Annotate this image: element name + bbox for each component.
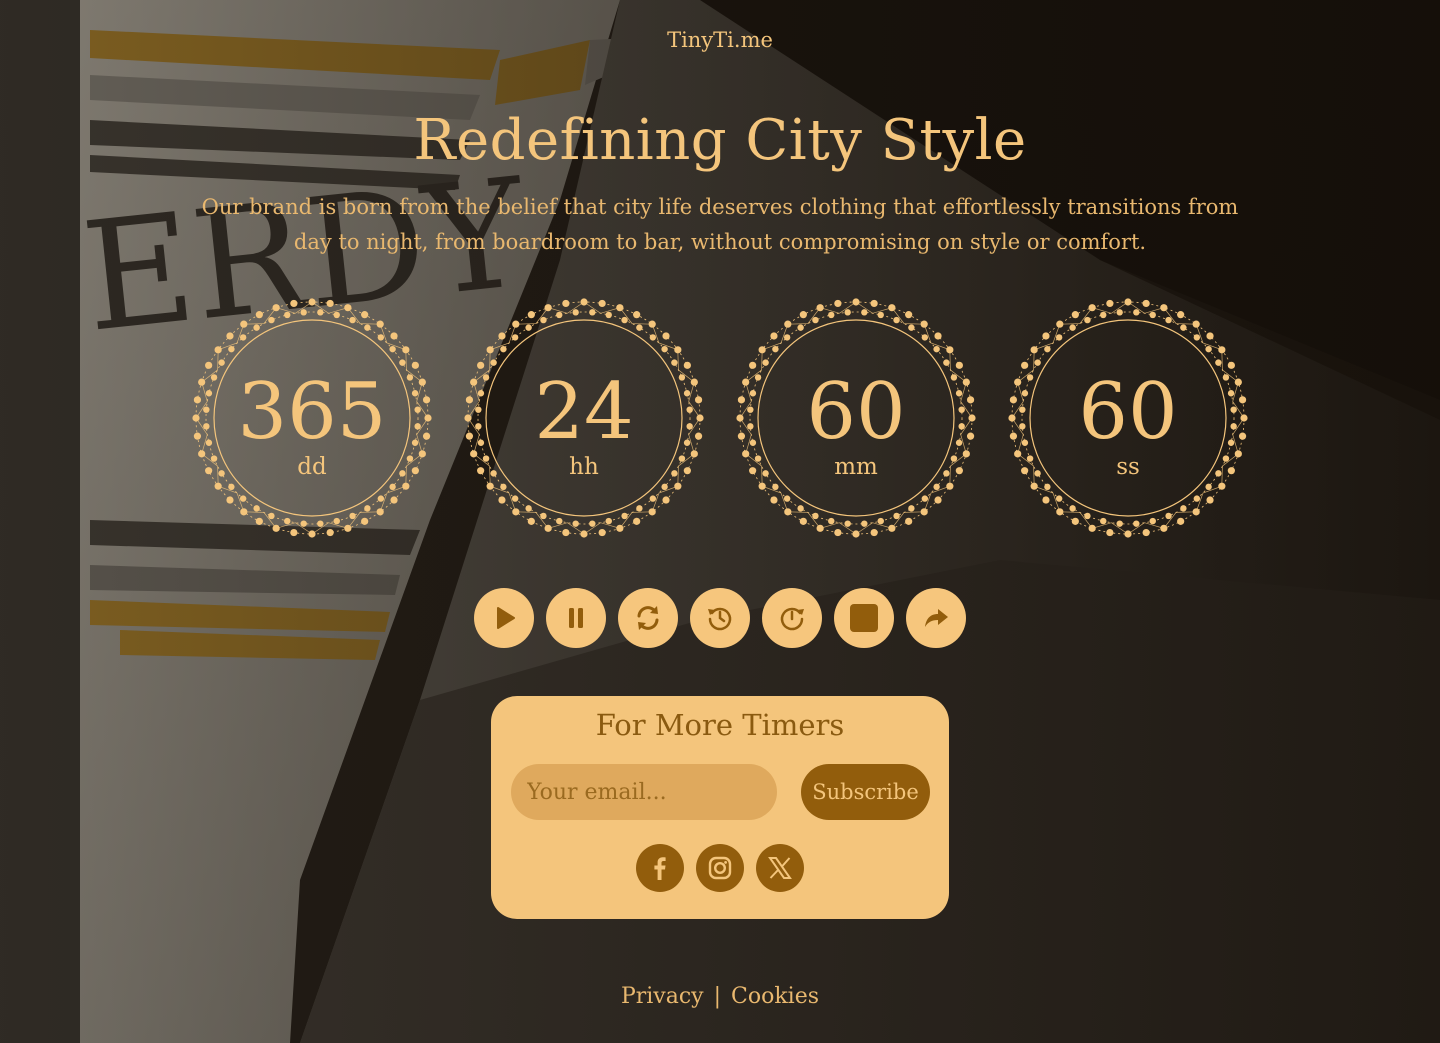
page-subtitle: Our brand is born from the belief that c…: [201, 195, 1239, 254]
footer: Privacy | Cookies: [0, 984, 1440, 1009]
reset-button[interactable]: [618, 588, 678, 648]
history-button[interactable]: [690, 588, 750, 648]
share-button[interactable]: [906, 588, 966, 648]
history-icon: [708, 607, 732, 631]
social-links: [636, 844, 804, 892]
play-button[interactable]: [474, 588, 534, 648]
restart-button[interactable]: [762, 588, 822, 648]
footer-separator: |: [713, 984, 722, 1009]
timer-seconds: 60 ss: [1004, 294, 1252, 542]
pause-button[interactable]: [546, 588, 606, 648]
subscribe-title: For More Timers: [595, 708, 845, 742]
timer-minutes-value: 60: [806, 367, 906, 457]
page-title: Redefining City Style: [413, 108, 1027, 173]
stop-button[interactable]: [834, 588, 894, 648]
instagram-link[interactable]: [696, 844, 744, 892]
instagram-icon: [708, 856, 732, 880]
timer-days-unit: dd: [297, 454, 327, 480]
email-field[interactable]: [511, 764, 777, 820]
brand-link[interactable]: TinyTi.me: [0, 28, 1440, 52]
timer-days-value: 365: [237, 367, 387, 457]
facebook-icon: [654, 857, 666, 880]
refresh-icon: [637, 606, 659, 630]
timer-hours-value: 24: [534, 367, 634, 457]
stop-icon: [850, 604, 878, 632]
subscribe-button[interactable]: Subscribe: [801, 764, 930, 820]
timer-minutes: 60 mm: [732, 294, 980, 542]
timer-hours-unit: hh: [569, 454, 599, 480]
timer-hours: 24 hh: [460, 294, 708, 542]
pause-icon: [569, 608, 583, 628]
cookies-link[interactable]: Cookies: [731, 984, 819, 1009]
clock-forward-icon: [780, 607, 804, 631]
facebook-link[interactable]: [636, 844, 684, 892]
timer-seconds-unit: ss: [1116, 454, 1140, 480]
timer-minutes-unit: mm: [834, 454, 878, 480]
share-icon: [925, 609, 948, 627]
timer-seconds-value: 60: [1078, 367, 1178, 457]
privacy-link[interactable]: Privacy: [621, 984, 704, 1009]
x-icon: [768, 857, 792, 879]
timer-days: 365 dd: [188, 294, 436, 542]
subscribe-card: For More Timers Subscribe: [491, 696, 949, 919]
timer-controls: [474, 588, 966, 648]
play-icon: [497, 607, 515, 629]
x-link[interactable]: [756, 844, 804, 892]
